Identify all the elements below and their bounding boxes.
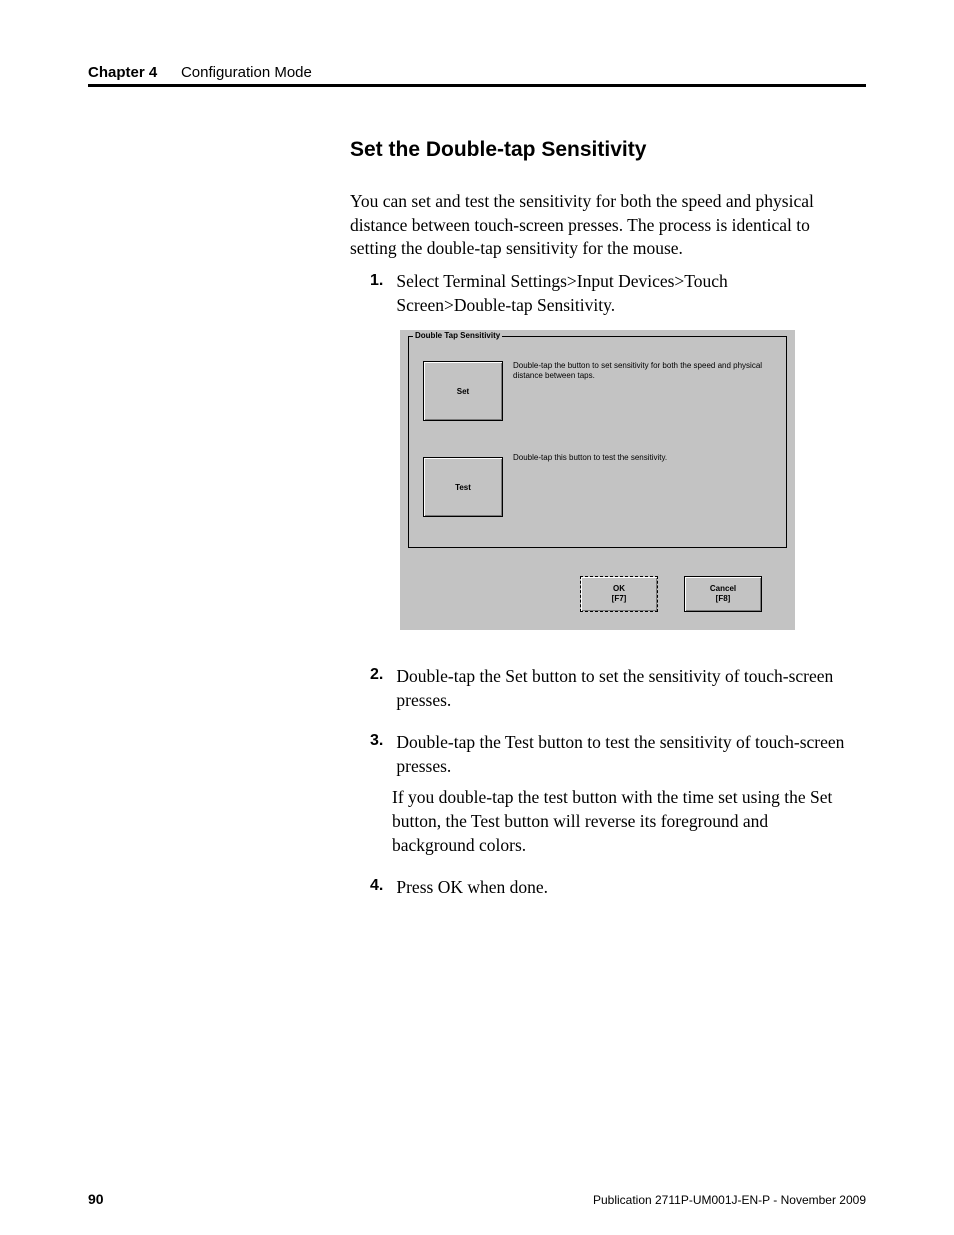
step-4: 4. Press OK when done. <box>370 875 856 899</box>
dialog-screenshot: Double Tap Sensitivity Set Double-tap th… <box>400 330 795 630</box>
ok-shortcut: [F7] <box>612 594 627 603</box>
cancel-shortcut: [F8] <box>716 594 731 603</box>
publication-id: Publication 2711P-UM001J-EN-P - November… <box>593 1193 866 1207</box>
step-extra: If you double-tap the test button with t… <box>392 785 852 857</box>
dialog-groupbox: Double Tap Sensitivity Set Double-tap th… <box>408 336 787 548</box>
set-button-label: Set <box>457 387 469 396</box>
set-button[interactable]: Set <box>423 361 503 421</box>
test-button-label: Test <box>455 483 471 492</box>
test-description: Double-tap this button to test the sensi… <box>513 453 775 463</box>
set-description: Double-tap the button to set sensitivity… <box>513 361 775 380</box>
cancel-button[interactable]: Cancel [F8] <box>684 576 762 612</box>
ok-label: OK <box>613 584 625 593</box>
intro-paragraph: You can set and test the sensitivity for… <box>350 190 856 261</box>
step-number: 3. <box>370 730 392 752</box>
header-section: Configuration Mode <box>181 64 312 81</box>
step-1: 1. Select Terminal Settings>Input Device… <box>370 270 856 317</box>
ok-button[interactable]: OK [F7] <box>580 576 658 612</box>
page-header: Chapter 4 Configuration Mode <box>88 64 866 82</box>
page-number: 90 <box>88 1191 104 1207</box>
step-number: 2. <box>370 664 392 686</box>
header-chapter: Chapter 4 <box>88 64 157 81</box>
groupbox-legend: Double Tap Sensitivity <box>413 331 502 340</box>
step-text: Select Terminal Settings>Input Devices>T… <box>396 270 846 317</box>
step-3: 3. Double-tap the Test button to test th… <box>370 730 856 857</box>
step-number: 4. <box>370 875 392 897</box>
page: Chapter 4 Configuration Mode Set the Dou… <box>0 0 954 1235</box>
step-text: Double-tap the Test button to test the s… <box>396 730 846 778</box>
steps-continued: 2. Double-tap the Set button to set the … <box>370 664 856 917</box>
header-rule <box>88 84 866 87</box>
cancel-label: Cancel <box>710 584 736 593</box>
step-number: 1. <box>370 270 392 292</box>
step-text: Double-tap the Set button to set the sen… <box>396 664 846 712</box>
step-2: 2. Double-tap the Set button to set the … <box>370 664 856 712</box>
test-button[interactable]: Test <box>423 457 503 517</box>
section-title: Set the Double-tap Sensitivity <box>350 138 646 162</box>
step-text: Press OK when done. <box>396 875 846 899</box>
